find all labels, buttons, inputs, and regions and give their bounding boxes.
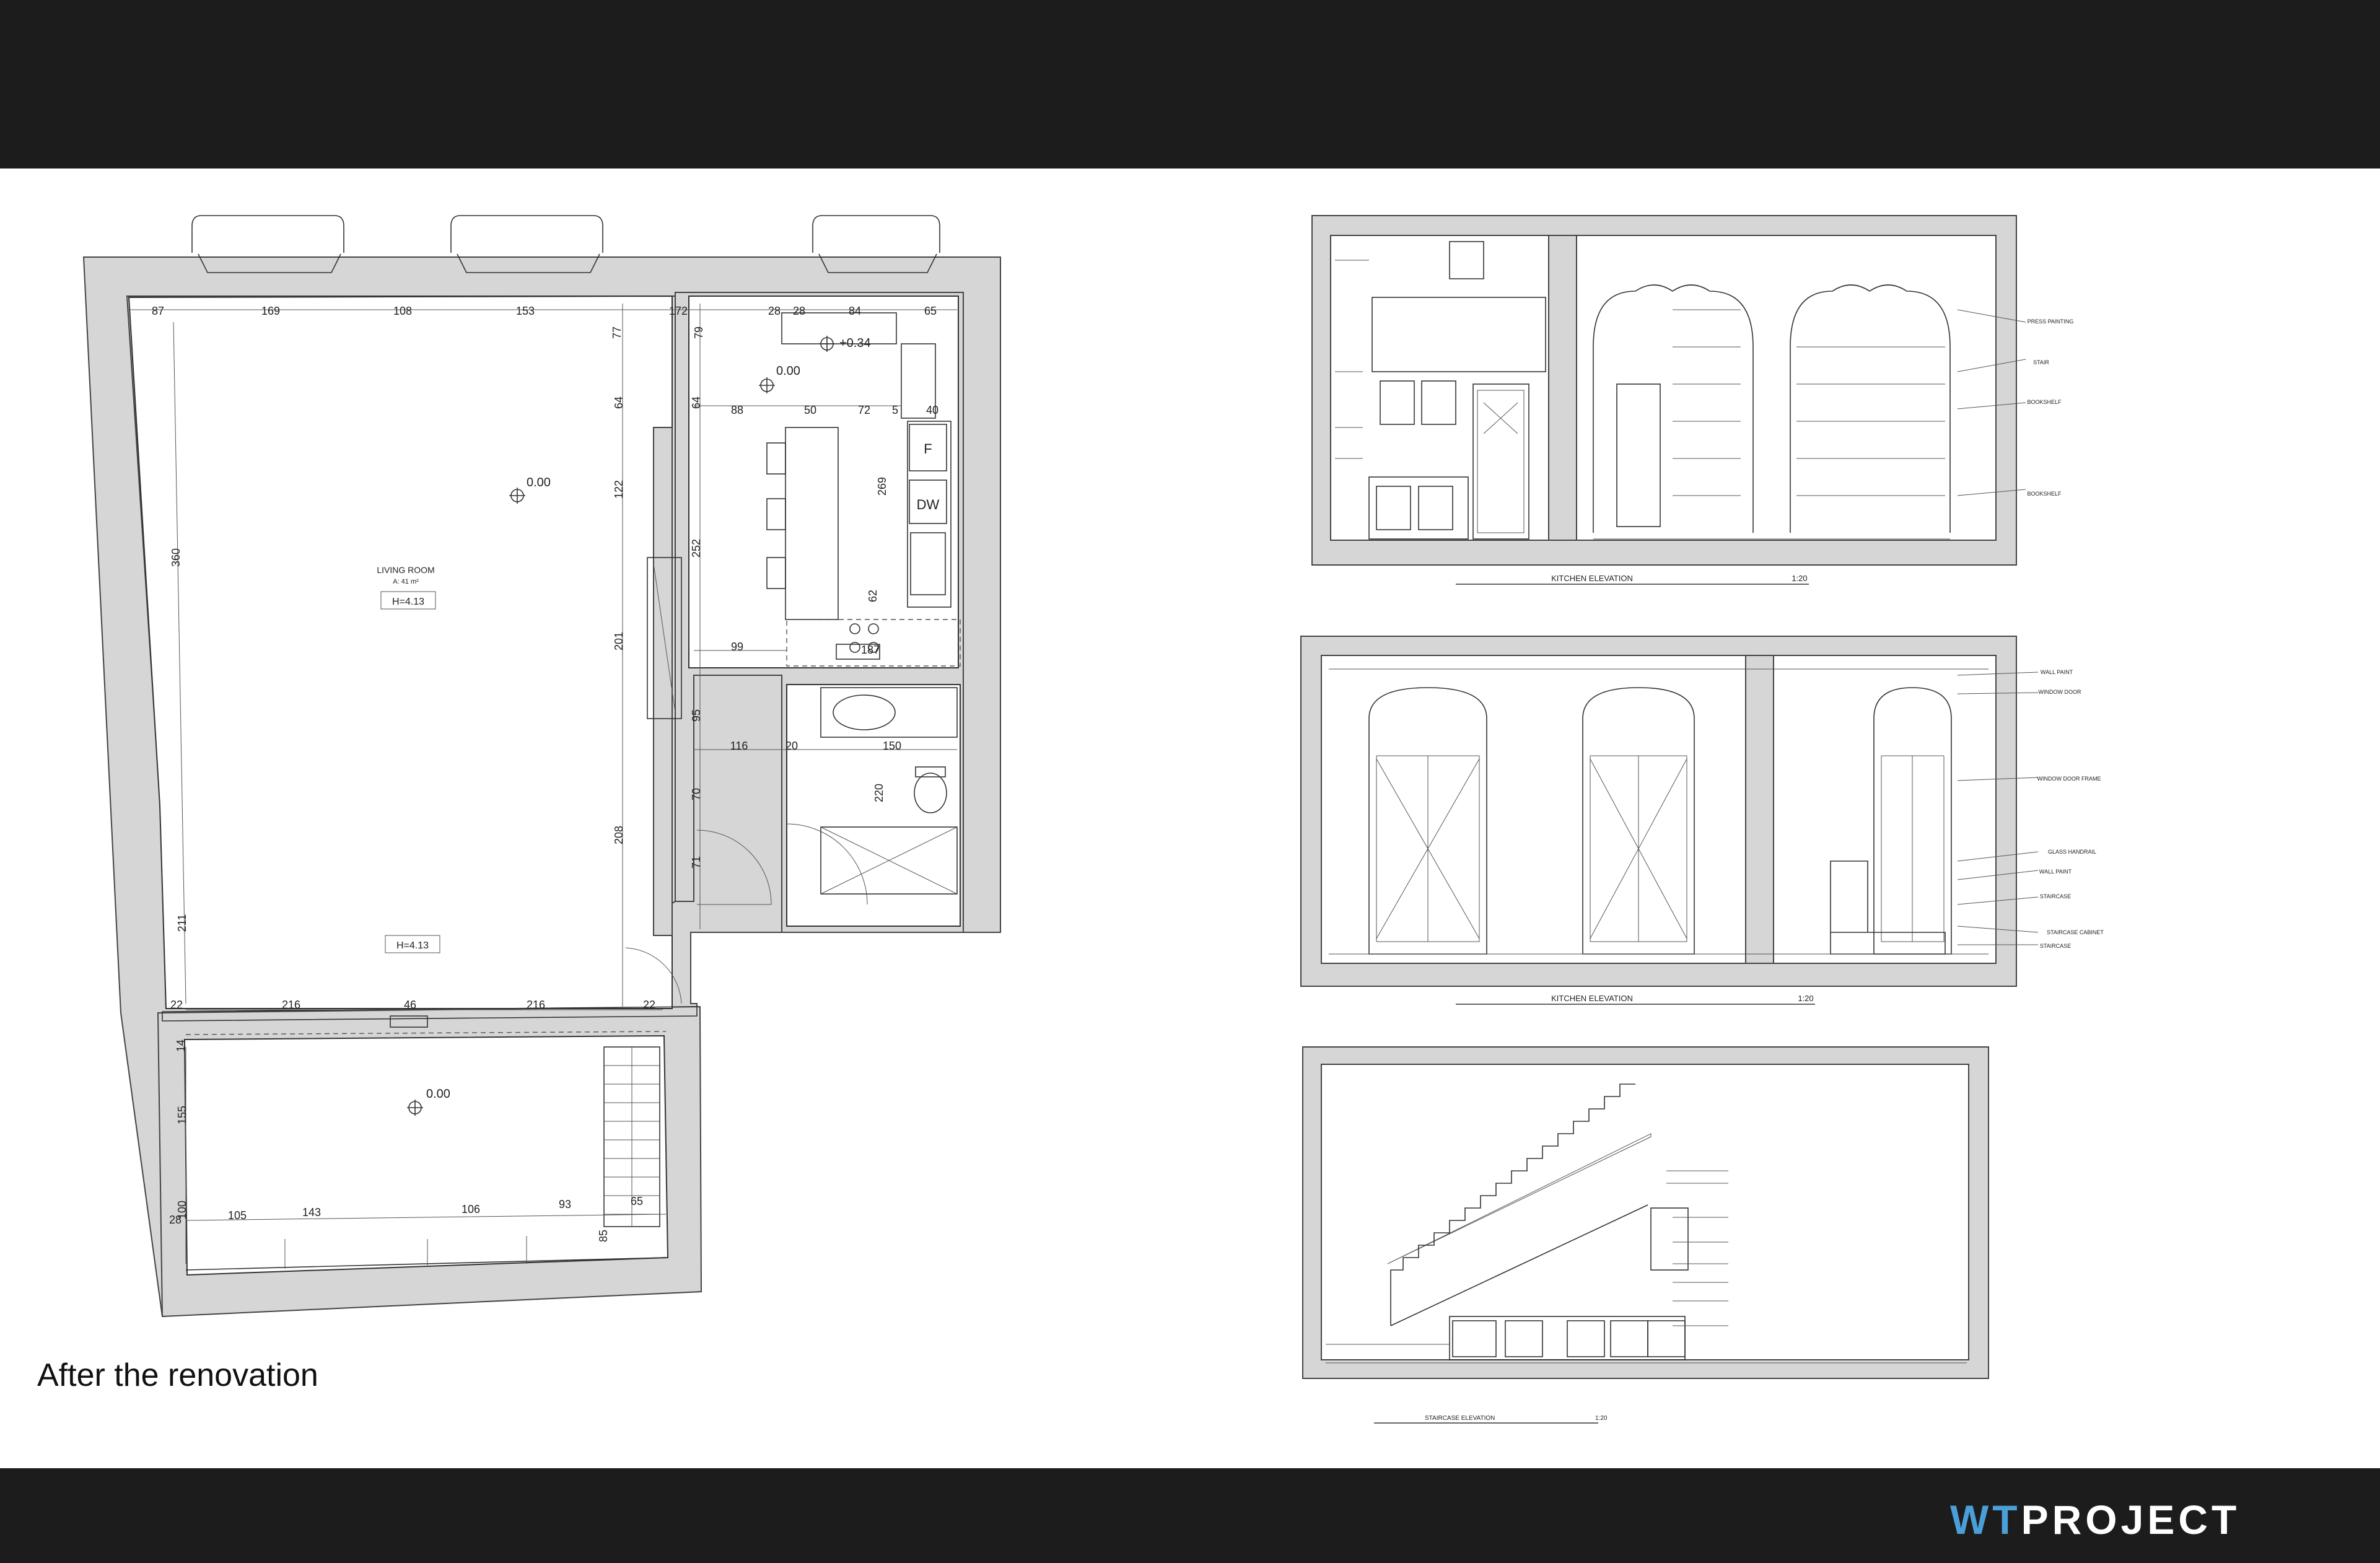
- dimension-label: 216: [527, 999, 545, 1011]
- room-label: LIVING ROOM: [377, 565, 434, 575]
- dimension-label: 150: [883, 740, 901, 752]
- dimension-label: 360: [170, 548, 182, 567]
- dimension-label: WALL PAINT: [2041, 669, 2073, 675]
- room-area: A: 41 m²: [393, 578, 419, 585]
- dimension-label: 208: [613, 826, 625, 844]
- dimension-label: STAIRCASE: [2040, 943, 2071, 949]
- dishwasher-label: DW: [917, 497, 940, 512]
- dimension-label: 62: [867, 590, 879, 602]
- dimension-label: 220: [873, 784, 885, 802]
- elevation-1: PRESS PAINTING STAIR BOOKSHELF BOOKSHELF KI…: [1311, 215, 2073, 585]
- dimension-label: 169: [261, 305, 280, 317]
- mezzanine-floor: [183, 1035, 669, 1276]
- dimension-label: 20: [785, 740, 798, 752]
- dimension-label: 28: [768, 305, 781, 317]
- dimension-label: 50: [804, 404, 816, 416]
- level-mezzanine: 0.00: [426, 1087, 450, 1101]
- dimension-label: PRESS PAINTING: [2028, 318, 2074, 325]
- dimension-label: 79: [693, 326, 705, 339]
- elevation-2-notes: WALL PAINT WINDOW DOOR WINDOW DOOR FRAME GL…: [2037, 669, 2104, 949]
- dimension-label: 72: [858, 404, 870, 416]
- level-raised: +0.34: [839, 336, 871, 350]
- dimension-label: 122: [613, 480, 625, 499]
- dimension-label: 269: [876, 477, 888, 496]
- dimension-label: 93: [559, 1198, 571, 1211]
- height-label-1: H=4.13: [392, 597, 424, 607]
- dimension-label: 105: [228, 1209, 247, 1222]
- elevation-3: STAIRCASE ELEVATION 1:20: [1302, 1046, 1989, 1424]
- elevation-1-title: KITCHEN ELEVATION: [1551, 574, 1633, 583]
- dimension-label: 99: [731, 641, 743, 653]
- stair-profile: [1390, 1084, 1635, 1326]
- level-living-room: 0.00: [527, 476, 551, 489]
- dimension-label: 40: [926, 404, 938, 416]
- dimension-label: 116: [730, 740, 748, 752]
- dimension-label: 143: [302, 1206, 321, 1219]
- elevation-2-scale: 1:20: [1798, 994, 1813, 1003]
- dimension-label: 28: [169, 1214, 182, 1226]
- window-elevations: [1368, 687, 1952, 955]
- elevation-3-title: STAIRCASE ELEVATION: [1425, 1415, 1495, 1422]
- kitchen-area: [688, 296, 959, 668]
- dimension-label: 216: [282, 999, 300, 1011]
- dimension-label: 14: [175, 1040, 187, 1052]
- dimension-label: 28: [793, 305, 805, 317]
- logo-wt: WT: [1950, 1497, 2021, 1543]
- elevation-2: WALL PAINT WINDOW DOOR WINDOW DOOR FRAME GL…: [1300, 636, 2104, 1005]
- dimension-label: 5: [892, 404, 898, 416]
- height-label-2: H=4.13: [396, 940, 429, 951]
- bathroom-area: [786, 684, 961, 927]
- dimension-label: STAIRCASE: [2040, 893, 2071, 900]
- dimension-label: 88: [731, 404, 743, 416]
- elevation-1-notes: PRESS PAINTING STAIR BOOKSHELF BOOKSHELF: [2027, 318, 2073, 497]
- dimension-label: 22: [170, 999, 183, 1011]
- level-kitchen: 0.00: [776, 364, 800, 378]
- dimension-label: 77: [611, 326, 623, 339]
- dimension-label: 187: [861, 644, 880, 656]
- stair-handrail: [1387, 1133, 1652, 1264]
- dimension-label: 153: [516, 305, 535, 317]
- dimension-label: 65: [631, 1195, 643, 1207]
- floor-plan: F DW 0.00 0.00 +0.34 0.00 LIVING ROOM A:…: [82, 215, 1001, 1318]
- wtproject-logo: WTPROJECT: [1950, 1498, 2240, 1541]
- elevation-door: [1472, 383, 1529, 540]
- dimension-label: 70: [690, 788, 702, 800]
- logo-project: PROJECT: [2021, 1497, 2241, 1543]
- dimension-label: 22: [643, 999, 655, 1011]
- dimension-label: 106: [462, 1203, 480, 1215]
- dimension-label: 95: [690, 709, 702, 722]
- staircase-cabinet: [1830, 860, 1946, 955]
- dimension-label: WALL PAINT: [2039, 869, 2072, 875]
- dimension-label: 65: [924, 305, 937, 317]
- living-room-floor: [128, 295, 673, 1009]
- dimension-label: GLASS HANDRAIL: [2048, 849, 2096, 855]
- elevation-3-scale: 1:20: [1595, 1415, 1608, 1422]
- dimension-label: 64: [690, 396, 702, 409]
- dimension-label: STAIR: [2033, 359, 2049, 366]
- dimension-label: 85: [597, 1230, 610, 1242]
- dimension-label: 84: [849, 305, 861, 317]
- dimension-label: BOOKSHELF: [2027, 399, 2062, 405]
- elevation-1-scale: 1:20: [1792, 574, 1807, 583]
- dimension-label: 71: [690, 856, 702, 869]
- dimension-label: 108: [393, 305, 412, 317]
- dimension-label: STAIRCASE CABINET: [2047, 929, 2104, 935]
- dimension-label: 64: [613, 396, 625, 409]
- caption: After the renovation: [37, 1357, 318, 1393]
- dimension-label: 172: [669, 305, 688, 317]
- drawing-sheet: F DW 0.00 0.00 +0.34 0.00 LIVING ROOM A:…: [82, 215, 2104, 1424]
- dimension-label: WINDOW DOOR FRAME: [2037, 776, 2101, 782]
- fridge-label: F: [924, 441, 932, 457]
- dimension-label: 87: [152, 305, 164, 317]
- partition-wall: [653, 427, 673, 936]
- elevation-2-title: KITCHEN ELEVATION: [1551, 994, 1633, 1003]
- dimension-label: 155: [176, 1106, 188, 1124]
- dimension-label: 46: [404, 999, 416, 1011]
- dimension-label: BOOKSHELF: [2027, 491, 2062, 497]
- dimension-label: 201: [613, 632, 625, 650]
- dimension-label: 252: [690, 539, 702, 558]
- dimension-label: WINDOW DOOR: [2039, 689, 2081, 695]
- dimension-label: 211: [176, 914, 188, 932]
